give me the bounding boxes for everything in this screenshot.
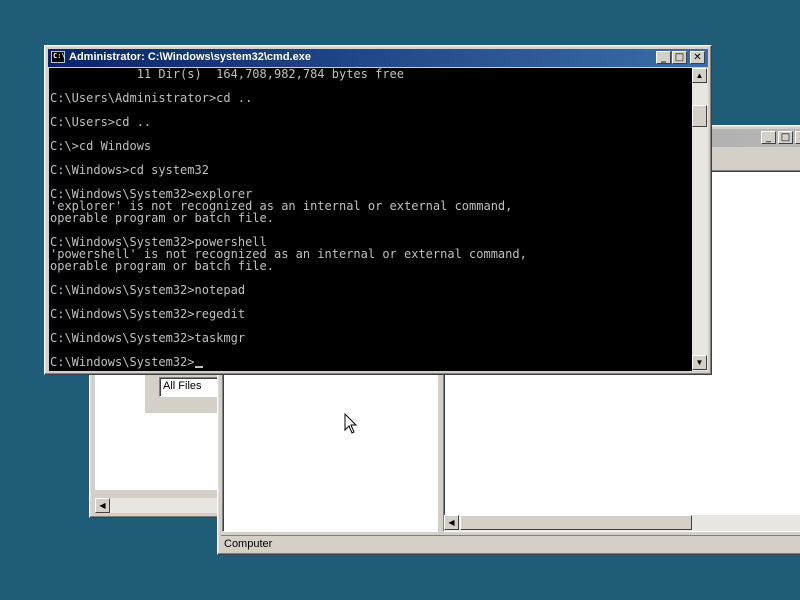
status-text: Computer: [224, 538, 273, 550]
values-hscroll-thumb[interactable]: [460, 515, 692, 530]
console-output[interactable]: 11 Dir(s) 164,708,982,784 bytes free C:\…: [49, 68, 692, 371]
open-file-dialog-window: All Files ◀: [89, 365, 230, 518]
values-scroll-left-button[interactable]: ◀: [444, 515, 459, 530]
console-vertical-scrollbar[interactable]: ▲ ▼: [692, 68, 708, 371]
cmd-titlebar[interactable]: C:\ Administrator: C:\Windows\system32\c…: [48, 49, 708, 67]
minimize-button[interactable]: _: [656, 51, 671, 64]
text-cursor: [194, 366, 203, 368]
regedit-close-button[interactable]: ✕: [795, 131, 800, 144]
regedit-minimize-button[interactable]: _: [761, 131, 776, 144]
dialog-scroll-left-button[interactable]: ◀: [95, 498, 110, 513]
file-type-value: All Files: [163, 380, 202, 392]
scroll-thumb[interactable]: [692, 105, 707, 127]
scroll-up-button[interactable]: ▲: [692, 68, 707, 83]
window-title: Administrator: C:\Windows\system32\cmd.e…: [69, 51, 311, 63]
values-hscroll[interactable]: ◀: [444, 515, 800, 531]
command-prompt-window: C:\ Administrator: C:\Windows\system32\c…: [44, 45, 712, 375]
console-text: 11 Dir(s) 164,708,982,784 bytes free C:\…: [50, 68, 527, 369]
console-icon: C:\: [51, 51, 66, 63]
scroll-down-button[interactable]: ▼: [692, 355, 707, 370]
dialog-hscroll[interactable]: ◀: [95, 498, 219, 513]
regedit-maximize-button[interactable]: □: [778, 131, 793, 144]
mouse-pointer-icon: [344, 413, 358, 434]
maximize-button[interactable]: □: [672, 51, 687, 64]
close-button[interactable]: ✕: [690, 51, 705, 64]
regedit-status-bar: Computer: [221, 535, 800, 552]
